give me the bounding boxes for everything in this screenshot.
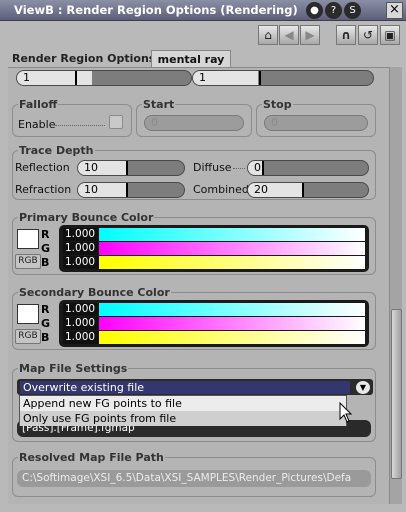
primary-rgb-button[interactable]: RGB (15, 254, 41, 269)
property-panel: 1 1 Falloff Enable Start 0 Stop 0 Trace … (8, 67, 389, 504)
trace-depth-label: Trace Depth (18, 144, 95, 157)
tab-mental-ray[interactable]: mental ray (151, 50, 231, 68)
start-value: 0 (151, 116, 158, 129)
channel-value[interactable]: 1.000 (63, 331, 99, 344)
b-gradient-slider[interactable] (99, 331, 365, 344)
r-gradient-slider[interactable] (99, 303, 365, 316)
r-gradient-slider[interactable] (99, 228, 365, 241)
g-gradient-slider[interactable] (99, 242, 365, 255)
primary-color-swatch[interactable] (17, 229, 39, 249)
combined-value: 20 (254, 183, 268, 196)
primary-bounce-color-group: Primary Bounce Color RGB R 1.000 G 1.000… (12, 211, 376, 275)
map-file-settings-group: Map File Settings [Pass].[Frame].fgmap O… (12, 362, 376, 442)
tab-strip: Render Region Options mental ray (8, 50, 398, 68)
stop-slider[interactable]: 0 (264, 115, 368, 131)
enable-label: Enable (18, 118, 56, 131)
channel-value[interactable]: 1.000 (63, 303, 99, 316)
lock-icon[interactable]: ∩ (336, 25, 356, 45)
channel-value[interactable]: 1.000 (63, 242, 99, 255)
primary-bounce-color-label: Primary Bounce Color (18, 211, 155, 224)
slider-value: 1 (199, 71, 206, 84)
top-slider-right[interactable]: 1 (192, 70, 374, 86)
dropdown-options-list: Append new FG points to file Only use FG… (19, 395, 347, 426)
g-gradient-slider[interactable] (99, 317, 365, 330)
secondary-color-channels: R 1.000 G 1.000 B 1.000 (41, 300, 369, 347)
back-arrow-icon[interactable]: ◀ (279, 25, 299, 45)
map-file-settings-label: Map File Settings (18, 362, 129, 375)
start-group: Start 0 (136, 98, 252, 137)
softimage-logo-icon[interactable]: S (344, 2, 361, 19)
diffuse-label: Diffuse (193, 161, 232, 174)
channel-letter: R (41, 228, 50, 241)
tab-render-region-options[interactable]: Render Region Options (8, 50, 159, 68)
chevron-down-icon[interactable]: ▼ (356, 381, 370, 394)
help-icon[interactable]: ? (325, 2, 342, 19)
combined-label: Combined (193, 183, 249, 196)
resolved-map-file-path-label: Resolved Map File Path (18, 451, 165, 464)
start-label: Start (142, 98, 176, 111)
monkey-icon[interactable]: ● (306, 2, 323, 19)
scrollbar-thumb[interactable] (391, 309, 402, 479)
dotted-leader (233, 168, 245, 169)
home-icon[interactable]: ⌂ (258, 25, 278, 45)
close-icon[interactable]: × (386, 2, 403, 19)
stop-value: 0 (271, 116, 278, 129)
channel-letter: B (41, 331, 50, 344)
mouse-cursor-icon (339, 402, 353, 423)
secondary-rgb-button[interactable]: RGB (15, 329, 41, 344)
primary-r-row[interactable]: R 1.000 (41, 228, 365, 241)
primary-g-row[interactable]: G 1.000 (41, 242, 365, 255)
secondary-bounce-color-label: Secondary Bounce Color (18, 286, 171, 299)
channel-letter: R (41, 303, 50, 316)
toolbar: ⌂ ◀ ▶ ∩ ↺ ▣ (0, 21, 406, 49)
revert-icon[interactable]: ↺ (358, 25, 378, 45)
dropdown-selected-value[interactable]: Overwrite existing file (20, 381, 350, 394)
secondary-g-row[interactable]: G 1.000 (41, 317, 365, 330)
dotted-leader (55, 125, 105, 126)
resolved-map-file-path-group: Resolved Map File Path C:\Softimage\XSI_… (12, 451, 376, 497)
channel-value[interactable]: 1.000 (63, 256, 99, 269)
primary-b-row[interactable]: B 1.000 (41, 256, 365, 269)
title-bar[interactable]: ViewB : Render Region Options (Rendering… (0, 0, 406, 21)
diffuse-value: 0 (254, 161, 261, 174)
channel-value[interactable]: 1.000 (63, 317, 99, 330)
channel-letter: G (41, 242, 51, 255)
refraction-label: Refraction (15, 183, 72, 196)
secondary-b-row[interactable]: B 1.000 (41, 331, 365, 344)
secondary-bounce-color-group: Secondary Bounce Color RGB R 1.000 G 1.0… (12, 286, 376, 350)
enable-checkbox[interactable] (109, 115, 123, 129)
refraction-value: 10 (84, 183, 98, 196)
combined-slider[interactable]: 20 (247, 182, 369, 198)
slider-value: 1 (23, 71, 30, 84)
secondary-color-swatch[interactable] (17, 304, 39, 324)
reflection-value: 10 (84, 161, 98, 174)
falloff-group: Falloff Enable (12, 98, 132, 137)
channel-letter: G (41, 317, 51, 330)
preset-icon[interactable]: ▣ (380, 25, 400, 45)
reflection-label: Reflection (15, 161, 70, 174)
channel-letter: B (41, 256, 50, 269)
dropdown-option-only-use[interactable]: Only use FG points from file (20, 411, 346, 426)
stop-group: Stop 0 (256, 98, 376, 137)
forward-arrow-icon[interactable]: ▶ (300, 25, 320, 45)
diffuse-slider[interactable]: 0 (247, 160, 369, 176)
b-gradient-slider[interactable] (99, 256, 365, 269)
trace-depth-group: Trace Depth Reflection 10 Diffuse 0 Refr… (12, 144, 376, 200)
refraction-slider[interactable]: 10 (77, 182, 185, 198)
window-title: ViewB : Render Region Options (Rendering… (14, 3, 298, 17)
falloff-label: Falloff (18, 98, 59, 111)
primary-color-channels: R 1.000 G 1.000 B 1.000 (41, 225, 369, 272)
stop-label: Stop (262, 98, 293, 111)
secondary-r-row[interactable]: R 1.000 (41, 303, 365, 316)
channel-value[interactable]: 1.000 (63, 228, 99, 241)
top-slider-left[interactable]: 1 (16, 70, 192, 86)
vertical-scrollbar[interactable] (389, 67, 402, 504)
reflection-slider[interactable]: 10 (77, 160, 185, 176)
dropdown-option-append[interactable]: Append new FG points to file (20, 396, 346, 411)
map-file-mode-dropdown[interactable]: Overwrite existing file ▼ (17, 379, 373, 395)
start-slider[interactable]: 0 (144, 115, 244, 131)
resolved-path-field: C:\Softimage\XSI_6.5\Data\XSI_SAMPLES\Re… (17, 470, 371, 487)
